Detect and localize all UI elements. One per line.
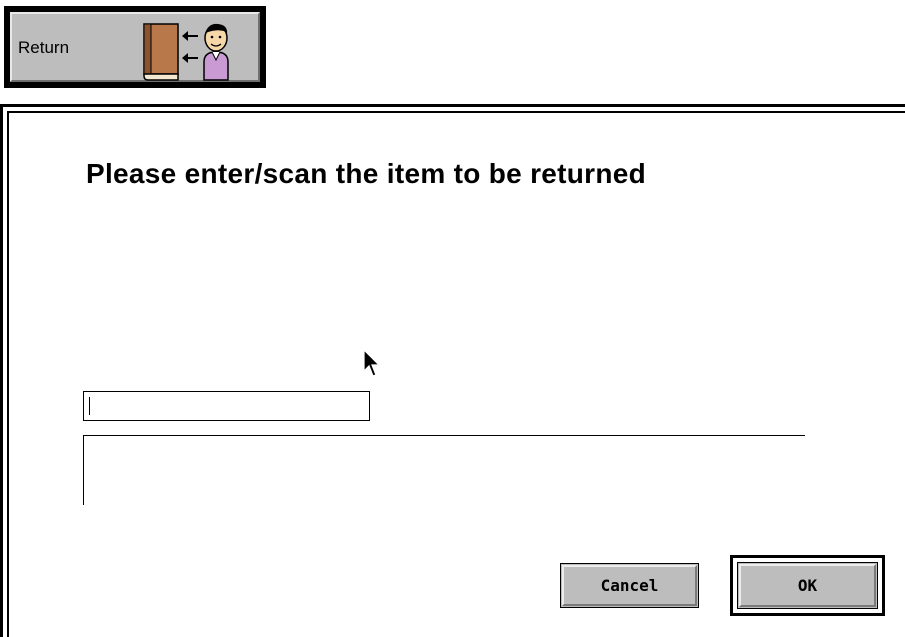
dialog-prompt: Please enter/scan the item to be returne… [86, 158, 647, 189]
cancel-button-label: Cancel [600, 576, 659, 595]
item-barcode-input[interactable] [83, 391, 370, 421]
cancel-button[interactable]: Cancel [560, 563, 699, 608]
item-result-area [83, 435, 805, 505]
return-button[interactable]: Return [4, 6, 266, 88]
mouse-pointer-icon [363, 348, 383, 384]
ok-button-label: OK [797, 576, 818, 595]
ok-button[interactable]: OK [737, 562, 878, 609]
return-button-face: Return [10, 12, 260, 82]
return-button-label: Return [18, 38, 70, 57]
book-return-icon [138, 20, 248, 91]
text-caret [89, 397, 90, 415]
